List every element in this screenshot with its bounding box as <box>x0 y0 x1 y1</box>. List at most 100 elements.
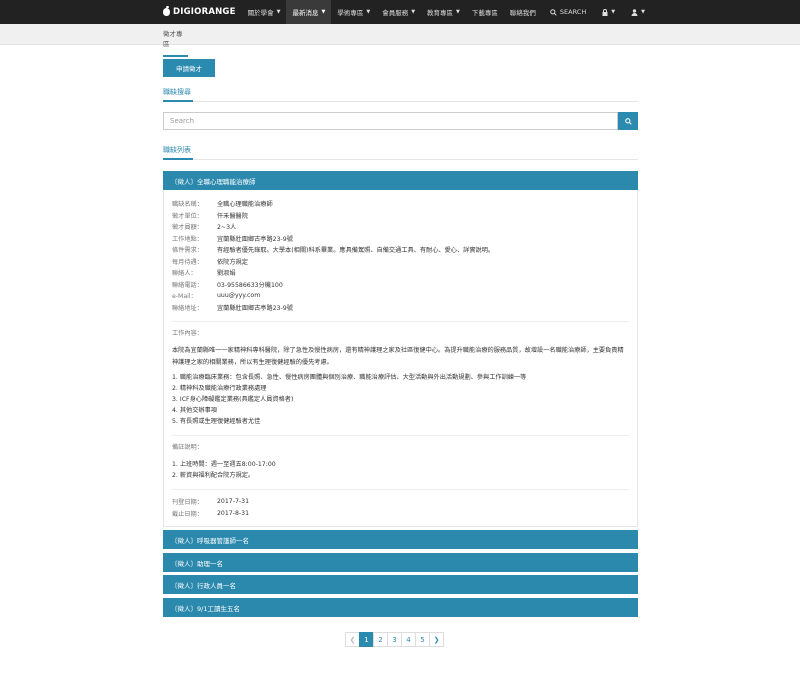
field-label: 職缺名稱： <box>172 201 203 209</box>
field-value: 宜蘭縣壯圍鄉古亭路23-9號 <box>217 235 293 243</box>
list-item: 4. 其他交辦事項 <box>172 407 217 414</box>
field-row: 聯絡電話： 03-95586633分機100 <box>172 279 629 291</box>
field-label: 聯絡地址： <box>172 304 203 312</box>
field-value: uuu@yyy.com <box>217 292 261 300</box>
list-item: 3. ICF身心障礙鑑定業務(具鑑定人員資格者) <box>172 396 294 403</box>
field-row: 刊登日期： 2017-7-31 <box>172 496 629 508</box>
field-value: 03-95586633分機100 <box>217 281 283 289</box>
field-value: 劉淑娟 <box>217 270 236 278</box>
field-label: 每月待遇： <box>172 258 203 266</box>
nav-item[interactable]: 最新消息 ▼ <box>286 0 332 24</box>
search-toggle-label: SEARCH <box>559 8 587 16</box>
user-menu[interactable]: ▼ <box>623 0 653 24</box>
field-row: 每月待遇： 依院方規定 <box>172 256 629 268</box>
section-accent <box>163 100 193 102</box>
field-value: 2017-7-31 <box>217 498 250 506</box>
field-label: 工作地點： <box>172 235 203 243</box>
caret-down-icon: ▼ <box>276 9 281 15</box>
page-button[interactable]: 5 <box>415 632 430 647</box>
top-navbar: DIGIORANGE 關於學會 ▼ 最新消息 ▼ 學術專區 ▼ 會員服務 ▼ 教育專區 ▼ 下載專區… <box>0 0 800 24</box>
prev-page-button[interactable]: ❮ <box>345 632 360 647</box>
search-icon <box>624 117 632 125</box>
field-value: 2~3人 <box>217 224 237 232</box>
caret-down-icon: ▼ <box>641 9 645 15</box>
nav-item-label: 最新消息 <box>292 9 319 17</box>
divider <box>163 101 638 102</box>
nav-item-label: 教育專區 <box>427 9 454 17</box>
list-item: 2. 薪資與福利配合院方規定。 <box>172 472 255 479</box>
nav-item[interactable]: 下載專區 <box>466 0 504 24</box>
search-icon <box>550 8 557 16</box>
job-item-header[interactable]: 〔徵人〕呼吸器管護師一名 <box>163 530 638 549</box>
field-row: 徵才單位： 仟禾醫醫院 <box>172 210 629 222</box>
next-page-button[interactable]: ❯ <box>429 632 444 647</box>
nav-item-label: 下載專區 <box>471 9 498 17</box>
field-label: 徵才單位： <box>172 212 203 220</box>
list-item: 5. 有長照或生理復健經驗者尤佳 <box>172 418 261 425</box>
field-row: 職缺名稱： 全職心理職能治療師 <box>172 198 629 210</box>
job-item-header[interactable]: 〔徵人〕助理一名 <box>163 553 638 572</box>
field-label: 徵才員額： <box>172 224 203 232</box>
list-section-title: 職缺列表 <box>163 146 191 154</box>
content-paragraph: 本院為宜蘭縣唯一一家精神科專科醫院，除了急性及慢性病房，還有精神護理之家及社區復… <box>172 347 624 366</box>
brand-logo[interactable]: DIGIORANGE <box>163 6 236 17</box>
content-label: 工作內容： <box>172 330 203 337</box>
field-value: 依院方規定 <box>217 258 248 266</box>
field-row: 條件需求： 有經驗者優先錄取。大學本(相關)科系畢業。應具備駕照、自備交通工具、有… <box>172 244 629 256</box>
page-button[interactable]: 3 <box>387 632 402 647</box>
field-value: 2017-8-31 <box>217 509 250 517</box>
field-row: 徵才員額： 2~3人 <box>172 221 629 233</box>
divider <box>172 489 629 490</box>
search-toggle[interactable]: SEARCH <box>542 0 594 24</box>
brand-name: DIGIORANGE <box>173 7 236 17</box>
field-label: 聯絡人： <box>172 270 197 278</box>
pagination: ❮ 1 2 3 4 5 ❯ <box>345 632 444 647</box>
list-item: 1. 職能治療臨床業務：包含長照、急性、慢性病房團體與個別治療、職能治療評估、大… <box>172 374 527 381</box>
main-nav: 關於學會 ▼ 最新消息 ▼ 學術專區 ▼ 會員服務 ▼ 教育專區 ▼ 下載專區 聯絡我們 <box>242 0 542 24</box>
job-detail: 職缺名稱： 全職心理職能治療師 徵才單位： 仟禾醫醫院徵才員額： 2~3人工作地點： 宜蘭… <box>163 190 638 527</box>
nav-item[interactable]: 教育專區 ▼ <box>421 0 466 24</box>
field-label: e-Mail： <box>172 293 197 301</box>
lock-menu[interactable]: ▼ <box>594 0 623 24</box>
apply-recruit-button[interactable]: 申請徵才 <box>163 59 215 77</box>
field-label: 條件需求： <box>172 247 203 255</box>
nav-item-label: 會員服務 <box>382 9 409 17</box>
field-row: 聯絡人： 劉淑娟 <box>172 267 629 279</box>
page-button[interactable]: 4 <box>401 632 416 647</box>
field-value: 有經驗者優先錄取。大學本(相關)科系畢業。應具備駕照、自備交通工具、有耐心、愛心… <box>217 247 495 255</box>
job-item-header[interactable]: 〔徵人〕9/1工讀生五名 <box>163 598 638 617</box>
caret-down-icon: ▼ <box>411 9 416 15</box>
breadcrumb[interactable]: 徵才專區 <box>163 28 188 57</box>
nav-item-label: 關於學會 <box>247 9 274 17</box>
nav-right: SEARCH ▼ ▼ <box>542 0 653 24</box>
search-button[interactable] <box>618 112 638 130</box>
nav-item[interactable]: 會員服務 ▼ <box>376 0 421 24</box>
field-value: 全職心理職能治療師 <box>217 201 273 209</box>
section-accent <box>163 158 193 160</box>
list-item: 2. 精神科及職能治療行政業務處理 <box>172 385 267 392</box>
orange-logo-icon <box>163 6 170 16</box>
search-input[interactable]: Search <box>163 112 618 130</box>
divider <box>163 159 638 160</box>
field-value: 宜蘭縣壯圍鄉古亭路23-9號 <box>217 304 293 312</box>
field-label: 截止日期： <box>172 510 203 518</box>
job-fields: 職缺名稱： 全職心理職能治療師 徵才單位： 仟禾醫醫院徵才員額： 2~3人工作地點： 宜蘭… <box>172 198 629 313</box>
nav-item[interactable]: 學術專區 ▼ <box>331 0 376 24</box>
nav-item[interactable]: 聯絡我們 <box>504 0 542 24</box>
page-button[interactable]: 1 <box>359 632 374 647</box>
job-search: Search <box>163 112 638 130</box>
user-icon <box>631 8 638 16</box>
list-item: 1. 上班時間：週一至週五8:00-17:00 <box>172 461 276 468</box>
page-button[interactable]: 2 <box>373 632 388 647</box>
caret-down-icon: ▼ <box>611 9 616 15</box>
search-section-title: 職缺搜尋 <box>163 88 191 96</box>
job-item-header[interactable]: 〔徵人〕全職心理職能治療師 <box>163 171 638 190</box>
nav-item[interactable]: 關於學會 ▼ <box>242 0 287 24</box>
nav-item-label: 聯絡我們 <box>509 9 536 17</box>
caret-down-icon: ▼ <box>456 9 460 15</box>
job-item-header[interactable]: 〔徵人〕行政人員一名 <box>163 575 638 594</box>
field-row: 工作地點： 宜蘭縣壯圍鄉古亭路23-9號 <box>172 233 629 245</box>
lock-icon <box>602 8 608 16</box>
divider <box>172 435 629 436</box>
job-dates: 刊登日期： 2017-7-31 截止日期： 2017-8-31 <box>172 496 629 519</box>
